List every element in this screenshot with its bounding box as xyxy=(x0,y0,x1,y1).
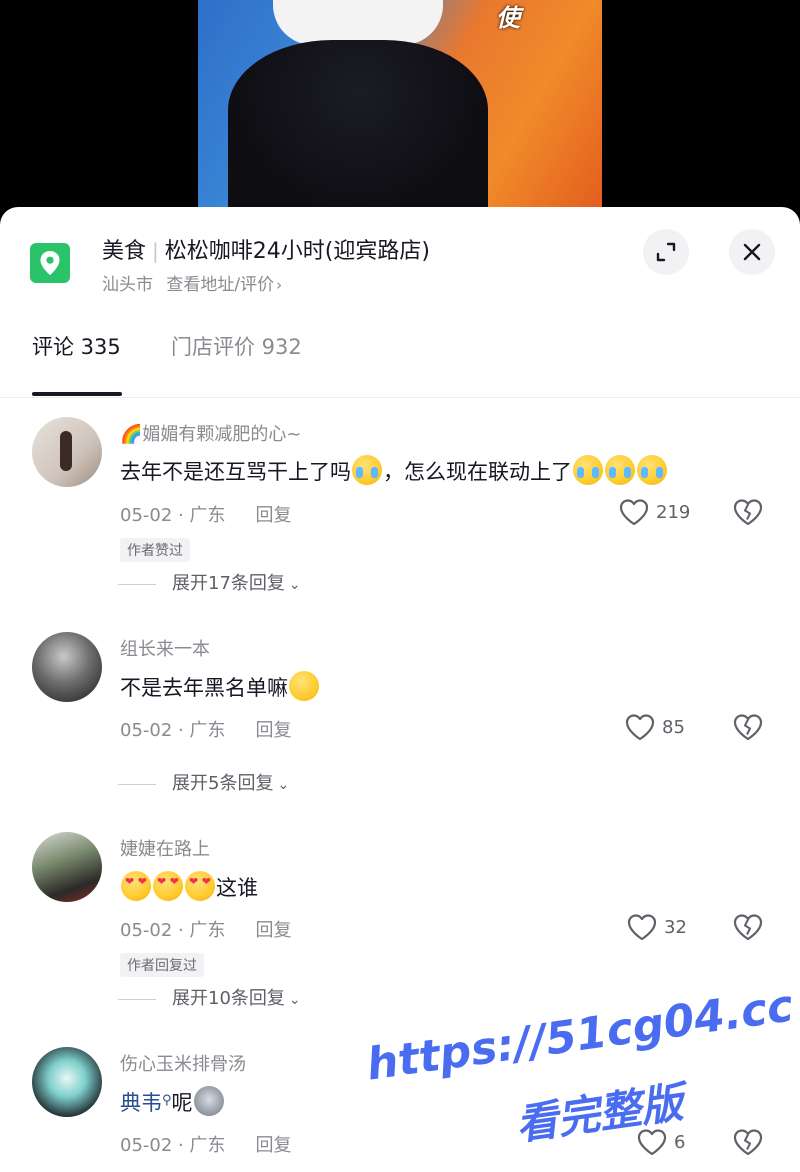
location-name: 松松咖啡24小时(迎宾路店) xyxy=(164,239,430,264)
tab-store-reviews[interactable]: 门店评价 932 xyxy=(171,331,302,361)
comment-username[interactable]: 伤心玉米排骨汤 xyxy=(120,1050,246,1076)
dislike-button[interactable] xyxy=(732,712,766,746)
expand-replies-button[interactable]: 展开5条回复 ⌄ xyxy=(118,769,289,795)
like-button[interactable]: 6 xyxy=(636,1127,716,1161)
like-count: 6 xyxy=(674,1132,686,1153)
heart-eyes-emoji-icon xyxy=(153,871,183,901)
reply-button[interactable]: 回复 xyxy=(255,920,291,941)
heart-icon xyxy=(637,1129,667,1156)
tab-comments[interactable]: 评论 335 xyxy=(32,331,121,361)
avatar[interactable] xyxy=(32,632,102,702)
search-icon: ⚲ xyxy=(162,1093,172,1108)
broken-heart-icon xyxy=(733,499,763,526)
author-liked-badge: 作者赞过 xyxy=(120,538,190,562)
expand-replies-button[interactable]: 展开10条回复 ⌄ xyxy=(118,984,301,1010)
comment-text-part: ，怎么现在联动上了 xyxy=(383,460,572,484)
crying-laughing-emoji-icon xyxy=(573,455,603,485)
divider-line xyxy=(118,583,156,585)
expand-button[interactable] xyxy=(643,229,689,275)
heart-eyes-emoji-icon xyxy=(121,871,151,901)
divider-line xyxy=(118,783,156,785)
dislike-button[interactable] xyxy=(732,497,766,531)
crying-laughing-emoji-icon xyxy=(637,455,667,485)
dislike-button[interactable] xyxy=(732,1127,766,1161)
video-dress xyxy=(228,40,488,215)
like-count: 32 xyxy=(664,917,687,938)
broken-heart-icon xyxy=(733,914,763,941)
video-collar xyxy=(273,0,443,45)
comment-date-location: 05-02 · 广东 xyxy=(120,1135,226,1156)
heart-icon xyxy=(619,499,649,526)
comment-text: 这谁 xyxy=(120,871,258,902)
like-button[interactable]: 85 xyxy=(624,712,704,746)
author-replied-badge: 作者回复过 xyxy=(120,953,204,977)
comment-username[interactable]: 组长来一本 xyxy=(120,635,210,661)
location-category: 美食 xyxy=(102,239,147,264)
comment-meta: 05-02 · 广东 回复 xyxy=(120,916,291,942)
comment-text: 不是去年黑名单嘛 xyxy=(120,671,320,702)
comments-sheet: 美食 | 松松咖啡24小时(迎宾路店) 汕头市 查看地址/评价 › 评论 335 门店… xyxy=(0,207,800,1172)
comment-username[interactable]: 婕婕在路上 xyxy=(120,835,210,861)
comment-text-part: 这谁 xyxy=(216,876,258,900)
reply-button[interactable]: 回复 xyxy=(255,1135,291,1156)
comment-text-part: 呢 xyxy=(171,1091,193,1115)
crying-laughing-emoji-icon xyxy=(605,455,635,485)
broken-heart-icon xyxy=(733,1129,763,1156)
chevron-down-icon: ⌄ xyxy=(277,777,290,793)
location-city: 汕头市 xyxy=(102,275,153,295)
location-pin-icon[interactable] xyxy=(30,243,70,283)
comment-meta: 05-02 · 广东 回复 xyxy=(120,1131,291,1157)
broken-heart-icon xyxy=(733,714,763,741)
dislike-button[interactable] xyxy=(732,912,766,946)
heart-icon xyxy=(625,714,655,741)
comment-tabs: 评论 335 门店评价 932 xyxy=(0,317,800,398)
active-tab-indicator xyxy=(32,392,122,396)
heart-eyes-emoji-icon xyxy=(185,871,215,901)
like-button[interactable]: 32 xyxy=(626,912,706,946)
mention-link[interactable]: 典韦 xyxy=(120,1091,162,1115)
reply-button[interactable]: 回复 xyxy=(255,505,291,526)
chevron-down-icon: ⌄ xyxy=(288,577,301,593)
comment-text-part: 不是去年黑名单嘛 xyxy=(120,676,288,700)
location-title[interactable]: 美食 | 松松咖啡24小时(迎宾路店) xyxy=(102,233,430,265)
rofl-emoji-icon xyxy=(289,671,319,701)
video-frame: 使 xyxy=(198,0,602,215)
divider-line xyxy=(118,998,156,1000)
close-icon xyxy=(743,243,761,261)
comment-meta: 05-02 · 广东 回复 xyxy=(120,501,291,527)
comment-text-part: 去年不是还互骂干上了吗 xyxy=(120,460,351,484)
heart-icon xyxy=(627,914,657,941)
expand-replies-label: 展开10条回复 xyxy=(172,988,285,1009)
wolf-emoji-icon xyxy=(193,1086,224,1116)
like-count: 219 xyxy=(656,502,691,523)
comment-meta: 05-02 · 广东 回复 xyxy=(120,716,291,742)
avatar[interactable] xyxy=(32,417,102,487)
comment-username[interactable]: 🌈媚媚有颗减肥的心~ xyxy=(120,420,302,446)
expand-replies-button[interactable]: 展开17条回复 ⌄ xyxy=(118,569,301,595)
comment-text: 典韦⚲呢 xyxy=(120,1086,225,1117)
comment-date-location: 05-02 · 广东 xyxy=(120,920,226,941)
expand-icon xyxy=(656,242,676,262)
reply-button[interactable]: 回复 xyxy=(255,720,291,741)
comment-date-location: 05-02 · 广东 xyxy=(120,505,226,526)
expand-replies-label: 展开5条回复 xyxy=(172,773,274,794)
video-player[interactable]: 使 xyxy=(0,0,800,215)
like-button[interactable]: 219 xyxy=(618,497,698,531)
expand-replies-label: 展开17条回复 xyxy=(172,573,285,594)
close-button[interactable] xyxy=(729,229,775,275)
video-sticker-text: 使 xyxy=(496,4,520,32)
location-subtitle[interactable]: 汕头市 查看地址/评价 › xyxy=(102,270,282,295)
comment-text: 去年不是还互骂干上了吗 ，怎么现在联动上了 xyxy=(120,455,668,486)
location-link[interactable]: 查看地址/评价 xyxy=(166,275,274,295)
comment-date-location: 05-02 · 广东 xyxy=(120,720,226,741)
chevron-down-icon: ⌄ xyxy=(288,992,301,1008)
avatar[interactable] xyxy=(32,832,102,902)
chevron-right-icon: › xyxy=(276,276,283,294)
like-count: 85 xyxy=(662,717,685,738)
crying-laughing-emoji-icon xyxy=(352,455,382,485)
title-separator: | xyxy=(152,239,159,263)
avatar[interactable] xyxy=(32,1047,102,1117)
